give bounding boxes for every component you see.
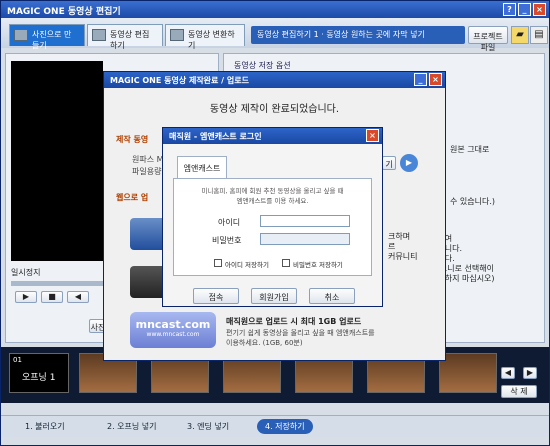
dialog-title-bar: MAGIC ONE 동영상 제작완료 / 업로드 _ × [104, 72, 445, 88]
mncast-desc-2: 이용하세요. (1GB, 60분) [226, 339, 303, 347]
tab-convert[interactable]: 동영상 변환하기 [165, 24, 245, 50]
login-desc-1: 미니홈피, 홈피에 회원 추천 동영상을 올리고 싶을 때 [201, 187, 344, 195]
options-title: 동영상 저장 옵션 [234, 61, 291, 70]
file-size-row: 파일용량 [132, 167, 162, 176]
volume-button[interactable]: ◀ [67, 291, 89, 303]
next-arrow-button[interactable]: ▶ [523, 367, 537, 379]
section-upload: 웹으로 업 [116, 193, 149, 202]
step-bar: 1. 불러오기 2. 오프닝 넣기 3. 엔딩 넣기 4. 저장하기 [1, 415, 549, 437]
close-button[interactable]: × [533, 3, 546, 16]
mncast-tile[interactable]: mncast.com www.mncast.com [130, 312, 216, 348]
mncast-title: 매직원으로 업로드 시 최대 1GB 업로드 [226, 317, 362, 326]
delete-button[interactable]: 삭 제 [501, 385, 537, 398]
step-opening[interactable]: 2. 오프닝 넣기 [107, 421, 157, 432]
cancel-button[interactable]: 취소 [309, 288, 355, 304]
tab-edit[interactable]: 동영상 편집하기 [87, 24, 163, 50]
step-load[interactable]: 1. 불러오기 [25, 421, 65, 432]
step-save[interactable]: 4. 저장하기 [257, 419, 313, 434]
opening-thumb[interactable]: 01 오프닝 1 [9, 353, 69, 393]
login-button[interactable]: 접속 [193, 288, 239, 304]
seek-bar[interactable] [11, 281, 103, 286]
save-icon[interactable]: ▤ [530, 26, 548, 44]
toolbar: 사진으로 만들기 동영상 편집하기 동영상 변환하기 동영상 편집하기 1 · … [1, 18, 549, 52]
save-password-label: 비밀번호 저장하기 [293, 261, 343, 269]
film-icon [92, 29, 106, 41]
service-side-text: 크하며 르 커뮤니티 [388, 232, 418, 261]
help-button[interactable]: ? [503, 3, 516, 16]
save-id-label: 아이디 저장하기 [225, 261, 269, 269]
login-desc-2: 엠앤캐스트를 이용 하세요. [236, 197, 309, 205]
photo-icon [14, 29, 28, 41]
password-label: 비밀번호 [212, 236, 242, 245]
prev-arrow-button[interactable]: ◀ [501, 367, 515, 379]
password-input[interactable] [260, 233, 350, 245]
section-made: 제작 동영 [116, 135, 149, 144]
convert-icon [170, 29, 184, 41]
folder-icon[interactable]: ▰ [511, 26, 529, 44]
tab-mncast[interactable]: 엠앤캐스트 [177, 156, 227, 178]
clip-thumb[interactable] [439, 353, 497, 393]
dialog-close-button[interactable]: × [429, 73, 442, 86]
breadcrumb: 동영상 편집하기 1 · 동영상 원하는 곳에 자막 넣기 [251, 26, 465, 44]
dialog-minimize-button[interactable]: _ [414, 73, 427, 86]
mncast-desc-1: 편기기 쉽게 동영상을 올리고 싶을 때 엠앤캐스트를 [226, 329, 375, 337]
save-password-checkbox[interactable] [282, 259, 290, 267]
id-label: 아이디 [218, 218, 241, 227]
step-ending[interactable]: 3. 엔딩 넣기 [187, 421, 229, 432]
app-title: MAGIC ONE 동영상 편집기 [7, 7, 121, 17]
id-input[interactable] [260, 215, 350, 227]
login-form: 미니홈피, 홈피에 회원 추천 동영상을 올리고 싶을 때 엠앤캐스트를 이용 … [173, 178, 372, 276]
login-close-button[interactable]: × [366, 129, 379, 142]
file-name-row: 원파스 M [132, 155, 164, 164]
info-text: 수 있습니다.) [450, 197, 496, 206]
tab-photo[interactable]: 사진으로 만들기 [9, 24, 85, 50]
playback-status: 일시정지 [11, 268, 41, 277]
play-circle-icon[interactable]: ▶ [400, 154, 418, 172]
title-bar: MAGIC ONE 동영상 편집기 ? _ × [1, 1, 549, 18]
origin-label: 원본 그대로 [450, 145, 490, 154]
open-button[interactable]: 기 [382, 156, 396, 170]
join-button[interactable]: 회원가입 [251, 288, 297, 304]
play-button[interactable]: ▶ [15, 291, 37, 303]
save-id-checkbox[interactable] [214, 259, 222, 267]
project-file-button[interactable]: 프로젝트 파일 [468, 26, 508, 52]
video-preview [11, 61, 103, 261]
login-dialog: 매직원 - 엠앤캐스트 로그인 × 엠앤캐스트 미니홈피, 홈피에 회원 추천 … [162, 127, 383, 307]
login-title-bar: 매직원 - 엠앤캐스트 로그인 × [163, 128, 382, 144]
complete-message: 동영상 제작이 완료되었습니다. [209, 104, 340, 115]
stop-button[interactable]: ■ [41, 291, 63, 303]
minimize-button[interactable]: _ [518, 3, 531, 16]
